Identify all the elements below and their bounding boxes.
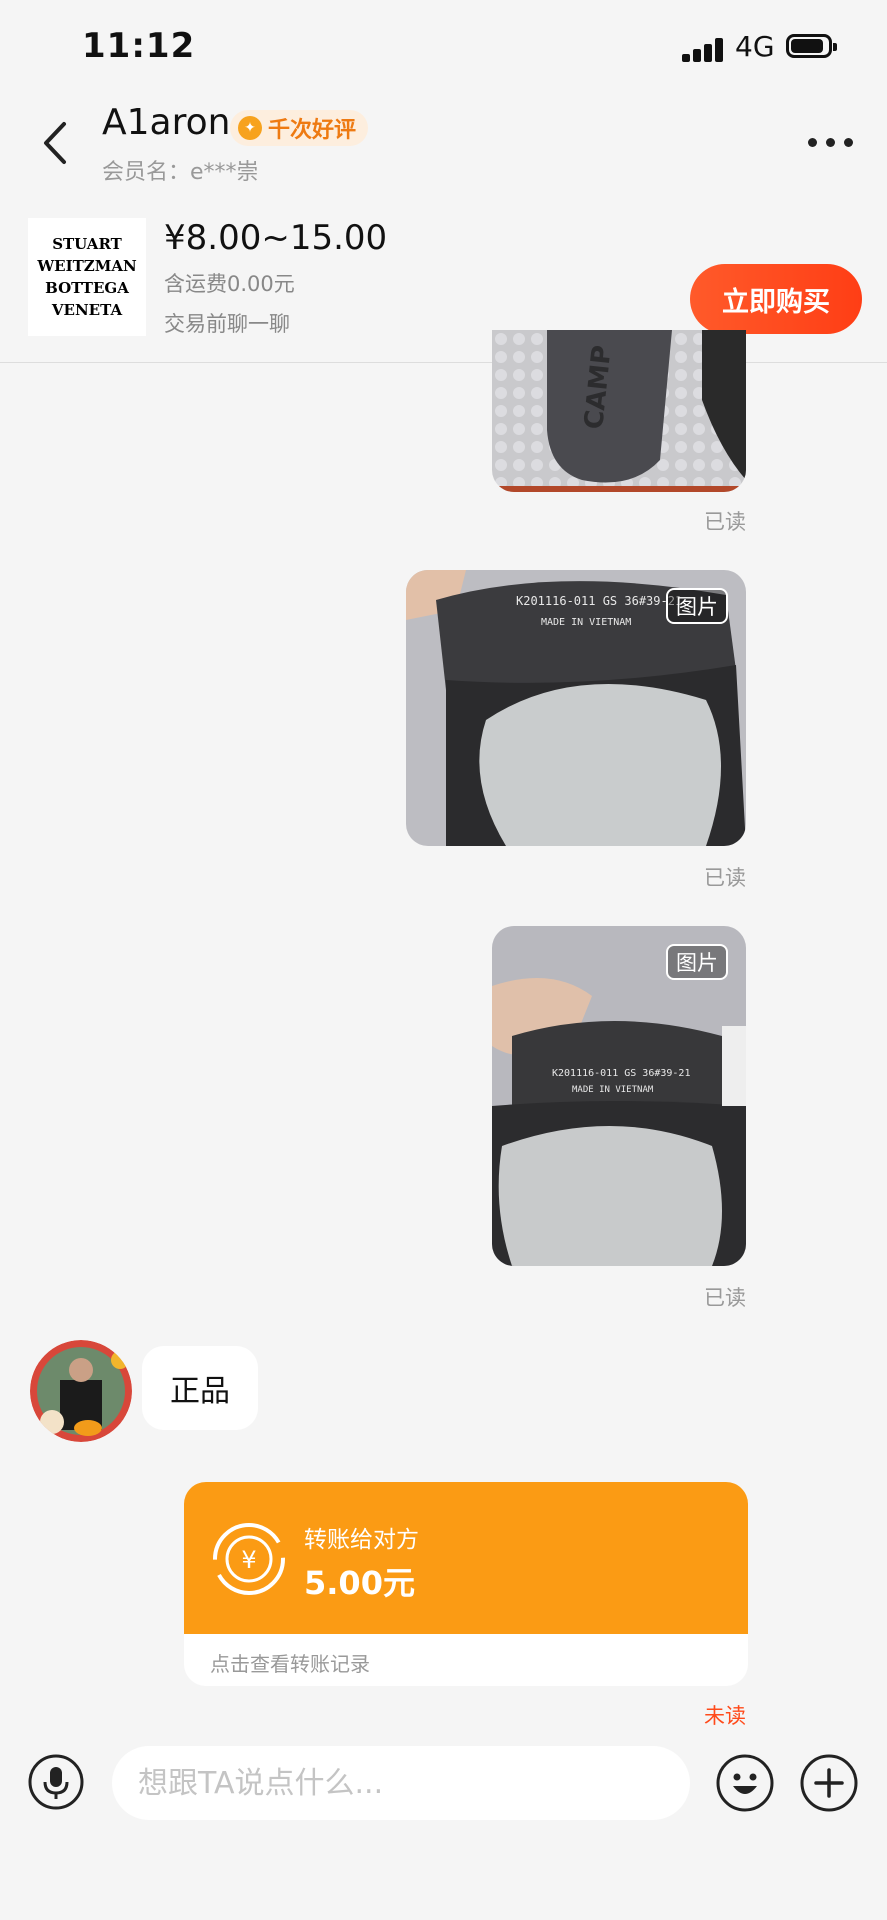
photo-label-text: MADE IN VIETNAM [572, 1085, 654, 1095]
battery-icon [786, 34, 837, 58]
thumb-line: WEITZMAN [37, 257, 137, 275]
chat-note: 交易前聊一聊 [164, 312, 290, 336]
battery-fill [791, 39, 823, 53]
avatar[interactable] [30, 1340, 132, 1442]
signal-icon [682, 38, 724, 62]
transfer-card[interactable]: ¥ 转账给对方 5.00元 点击查看转账记录 [184, 1482, 748, 1686]
transfer-icon: ¥ [213, 1523, 285, 1595]
medal-icon: ✦ [238, 116, 262, 140]
plus-icon[interactable] [800, 1754, 858, 1812]
product-thumbnail[interactable]: STUART WEITZMAN BOTTEGA VENETA [28, 218, 146, 336]
network-type: 4G [735, 30, 775, 63]
unread-status: 未读 [704, 1704, 746, 1728]
chat-photo[interactable]: CAMP [492, 330, 746, 492]
shipping-info: 含运费0.00元 [164, 272, 295, 296]
image-tag: 图片 [666, 944, 728, 980]
read-status: 已读 [704, 510, 746, 534]
transfer-title: 转账给对方 [304, 1527, 419, 1553]
thumb-line: BOTTEGA [45, 279, 129, 297]
svg-text:¥: ¥ [241, 1546, 256, 1574]
image-tag: 图片 [666, 588, 728, 624]
photo-label-text: MADE IN VIETNAM [541, 617, 631, 628]
read-status: 已读 [704, 1286, 746, 1310]
emoji-icon[interactable] [716, 1754, 774, 1812]
transfer-record-link[interactable]: 点击查看转账记录 [210, 1648, 370, 1677]
more-options-icon[interactable] [806, 128, 856, 158]
chat-photo[interactable]: K201116-011 GS 36#39-21 MADE IN VIETNAM … [492, 926, 746, 1266]
rating-badge: ✦ 千次好评 [230, 110, 369, 146]
thumb-line: VENETA [51, 301, 123, 319]
microphone-icon[interactable] [28, 1754, 84, 1810]
message-input[interactable] [112, 1746, 690, 1820]
thumb-line: STUART [52, 235, 122, 253]
status-time: 11:12 [82, 26, 196, 66]
member-name: 会员名：e***崇 [102, 160, 259, 185]
transfer-header: ¥ 转账给对方 5.00元 [184, 1482, 748, 1634]
photo-label-text: K201116-011 GS 36#39-21 [552, 1068, 690, 1079]
product-price: ¥8.00~15.00 [164, 218, 388, 258]
buy-now-button[interactable]: 立即购买 [690, 264, 862, 334]
chat-photo[interactable]: K201116-011 GS 36#39-21 MADE IN VIETNAM … [406, 570, 746, 846]
seller-name[interactable]: A1aron [102, 102, 230, 143]
back-icon[interactable] [36, 118, 76, 168]
photo-label-text: K201116-011 GS 36#39-21 [516, 594, 682, 608]
badge-label: 千次好评 [268, 118, 357, 143]
read-status: 已读 [704, 866, 746, 890]
transfer-amount: 5.00元 [304, 1564, 415, 1602]
message-bubble: 正品 [142, 1346, 258, 1430]
